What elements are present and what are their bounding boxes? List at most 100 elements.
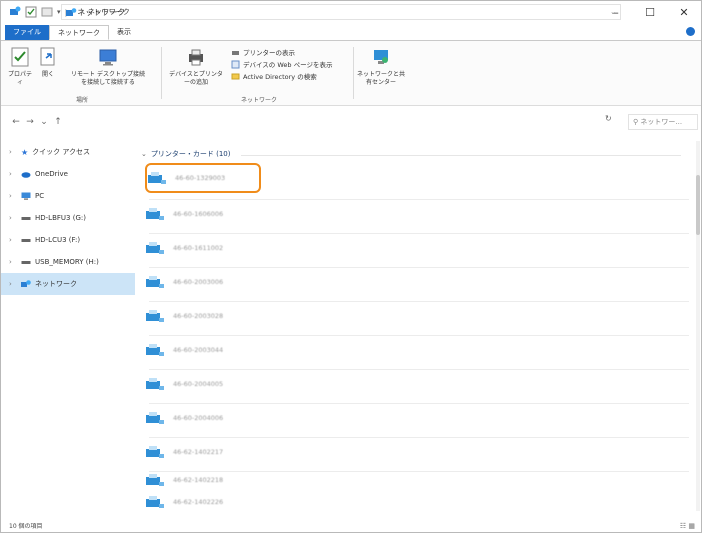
network-icon <box>66 7 77 16</box>
nav-item-quick-access[interactable]: › ★ クイック アクセス <box>1 141 135 163</box>
expand-chevron-icon[interactable]: › <box>9 192 17 200</box>
device-item[interactable]: 46-62-1402217 <box>145 437 261 467</box>
device-item[interactable]: 46-60-1329003 <box>145 163 261 193</box>
network-icon <box>21 280 31 287</box>
ribbon-group-location-label: 場所 <box>75 97 88 104</box>
device-item[interactable]: 46-60-2003006 <box>145 267 261 297</box>
expand-chevron-icon[interactable]: › <box>9 214 17 222</box>
nav-item-usb-memory[interactable]: › USB_MEMORY (H:) <box>1 251 135 273</box>
vertical-scrollbar[interactable] <box>696 141 700 511</box>
active-directory-label: Active Directory の検索 <box>243 73 317 81</box>
search-placeholder: ネットワー... <box>640 118 683 126</box>
tab-view[interactable]: 表示 <box>109 25 139 40</box>
nav-item-label: OneDrive <box>35 170 68 178</box>
device-name: 46-60-1329003 <box>175 174 226 182</box>
folder-icon[interactable] <box>41 6 53 18</box>
item-count: 10 個の項目 <box>9 523 43 530</box>
recent-dropdown-icon[interactable]: ⌄ <box>37 117 51 127</box>
device-name: 46-62-1402218 <box>173 476 224 484</box>
ribbon-separator <box>353 47 354 99</box>
device-item[interactable]: 46-60-2004005 <box>145 369 261 399</box>
back-arrow-icon[interactable]: ← <box>9 117 23 127</box>
device-item[interactable]: 46-60-2003028 <box>145 301 261 331</box>
group-header-label: プリンター・カード (10) <box>150 150 231 158</box>
remote-desktop-label: リモート デスクトップ接続 <box>71 71 145 78</box>
remote-desktop-icon <box>99 49 117 66</box>
nav-item-network[interactable]: › ネットワーク <box>1 273 135 295</box>
ribbon-tabs: ファイル ネットワーク 表示 <box>1 23 701 40</box>
ribbon-group-network: デバイスとプリンターの追加 プリンターの表示 デバイスの Web ページを表示 … <box>167 43 351 105</box>
device-name: 46-60-2003006 <box>173 278 224 286</box>
printer-device-icon <box>146 446 164 458</box>
group-header[interactable]: ⌄ プリンター・カード (10) <box>141 149 230 159</box>
printer-device-icon <box>146 496 164 508</box>
printer-small-icon <box>232 50 239 55</box>
nav-item-pc[interactable]: › PC <box>1 185 135 207</box>
nav-item-label: HD-LCU3 (F:) <box>35 236 81 244</box>
view-mode-icons[interactable]: ☷ ▦ <box>680 520 695 533</box>
ribbon: プロパティ 開く リモート デスクトップ接続 を接続して接続する 場所 デバイス… <box>1 40 701 106</box>
drive-icon <box>21 261 31 264</box>
quick-access-dropdown-icon[interactable]: ▾ <box>57 8 61 16</box>
properties-check-icon[interactable] <box>25 6 37 18</box>
device-item[interactable]: 46-62-1402218 <box>145 465 261 495</box>
group-divider <box>241 155 681 156</box>
explorer-window: ▾ | ネットワーク – ☐ ✕ ファイル ネットワーク 表示 プロパティ 開く <box>0 0 702 533</box>
printer-device-icon <box>146 412 164 424</box>
status-bar: 10 個の項目 ☷ ▦ <box>1 520 701 533</box>
address-dropdown-icon[interactable]: ⌄ <box>610 8 616 16</box>
nav-item-drive-f[interactable]: › HD-LCU3 (F:) <box>1 229 135 251</box>
star-icon: ★ <box>21 147 29 157</box>
nav-item-onedrive[interactable]: › OneDrive <box>1 163 135 185</box>
device-web-page-button[interactable]: デバイスの Web ページを表示 <box>231 59 332 69</box>
forward-arrow-icon[interactable]: → <box>23 117 37 127</box>
add-devices-printers-label: デバイスとプリンターの追加 <box>169 71 223 86</box>
nav-item-drive-g[interactable]: › HD-LBFU3 (G:) <box>1 207 135 229</box>
collapse-chevron-icon[interactable]: ⌄ <box>141 150 147 158</box>
expand-chevron-icon[interactable]: › <box>9 236 17 244</box>
device-item[interactable]: 46-62-1402226 <box>145 493 261 511</box>
device-name: 46-60-2004005 <box>173 380 224 388</box>
device-name: 46-60-2004006 <box>173 414 224 422</box>
breadcrumb-network[interactable]: ネットワーク <box>88 7 130 17</box>
printer-device-icon <box>146 310 164 322</box>
printer-device-icon <box>146 474 164 486</box>
show-printers-button[interactable]: プリンターの表示 <box>231 47 295 57</box>
add-devices-printers-button[interactable]: デバイスとプリンターの追加 <box>167 46 225 87</box>
properties-button[interactable]: プロパティ <box>7 46 33 87</box>
close-button[interactable]: ✕ <box>667 1 701 23</box>
up-arrow-icon[interactable]: ↑ <box>51 117 65 127</box>
printer-device-icon <box>146 208 164 220</box>
ribbon-group-network-label: ネットワーク <box>240 97 277 104</box>
expand-chevron-icon[interactable]: › <box>9 148 17 156</box>
printer-device-icon <box>146 242 164 254</box>
device-item[interactable]: 46-60-2003044 <box>145 335 261 365</box>
navigation-row: ← → ⌄ ↑ <box>1 111 701 133</box>
expand-chevron-icon[interactable]: › <box>9 170 17 178</box>
maximize-button[interactable]: ☐ <box>633 1 667 23</box>
device-name: 46-62-1402217 <box>173 448 224 456</box>
device-web-page-label: デバイスの Web ページを表示 <box>243 61 333 69</box>
active-directory-button[interactable]: Active Directory の検索 <box>231 71 317 81</box>
device-item[interactable]: 46-60-1611002 <box>145 233 261 263</box>
content-pane: ⌄ プリンター・カード (10) 46-60-1329003 46-60-160… <box>141 141 691 511</box>
search-icon: ⚲ <box>633 118 639 126</box>
nav-item-label: ネットワーク <box>35 280 77 288</box>
tab-file[interactable]: ファイル <box>5 25 49 40</box>
device-item[interactable]: 46-60-2004006 <box>145 403 261 433</box>
web-page-icon <box>231 60 240 68</box>
remote-desktop-button[interactable]: リモート デスクトップ接続 を接続して接続する <box>63 46 153 87</box>
expand-chevron-icon[interactable]: › <box>9 258 17 266</box>
ribbon-group-sharing: ネットワークと共有センター <box>357 43 407 105</box>
help-icon[interactable] <box>686 27 695 36</box>
search-input[interactable]: ⚲ ネットワー... <box>628 114 698 130</box>
device-item[interactable]: 46-60-1606006 <box>145 199 261 229</box>
tab-network[interactable]: ネットワーク <box>49 25 109 40</box>
expand-chevron-icon[interactable]: › <box>9 280 17 288</box>
open-button[interactable]: 開く <box>37 46 59 79</box>
refresh-icon[interactable]: ↻ <box>605 114 612 123</box>
network-sharing-center-button[interactable]: ネットワークと共有センター <box>357 46 405 87</box>
scrollbar-thumb[interactable] <box>696 175 700 235</box>
network-sharing-icon <box>374 50 388 64</box>
address-bar[interactable]: › ネットワーク ⌄ <box>61 4 621 20</box>
